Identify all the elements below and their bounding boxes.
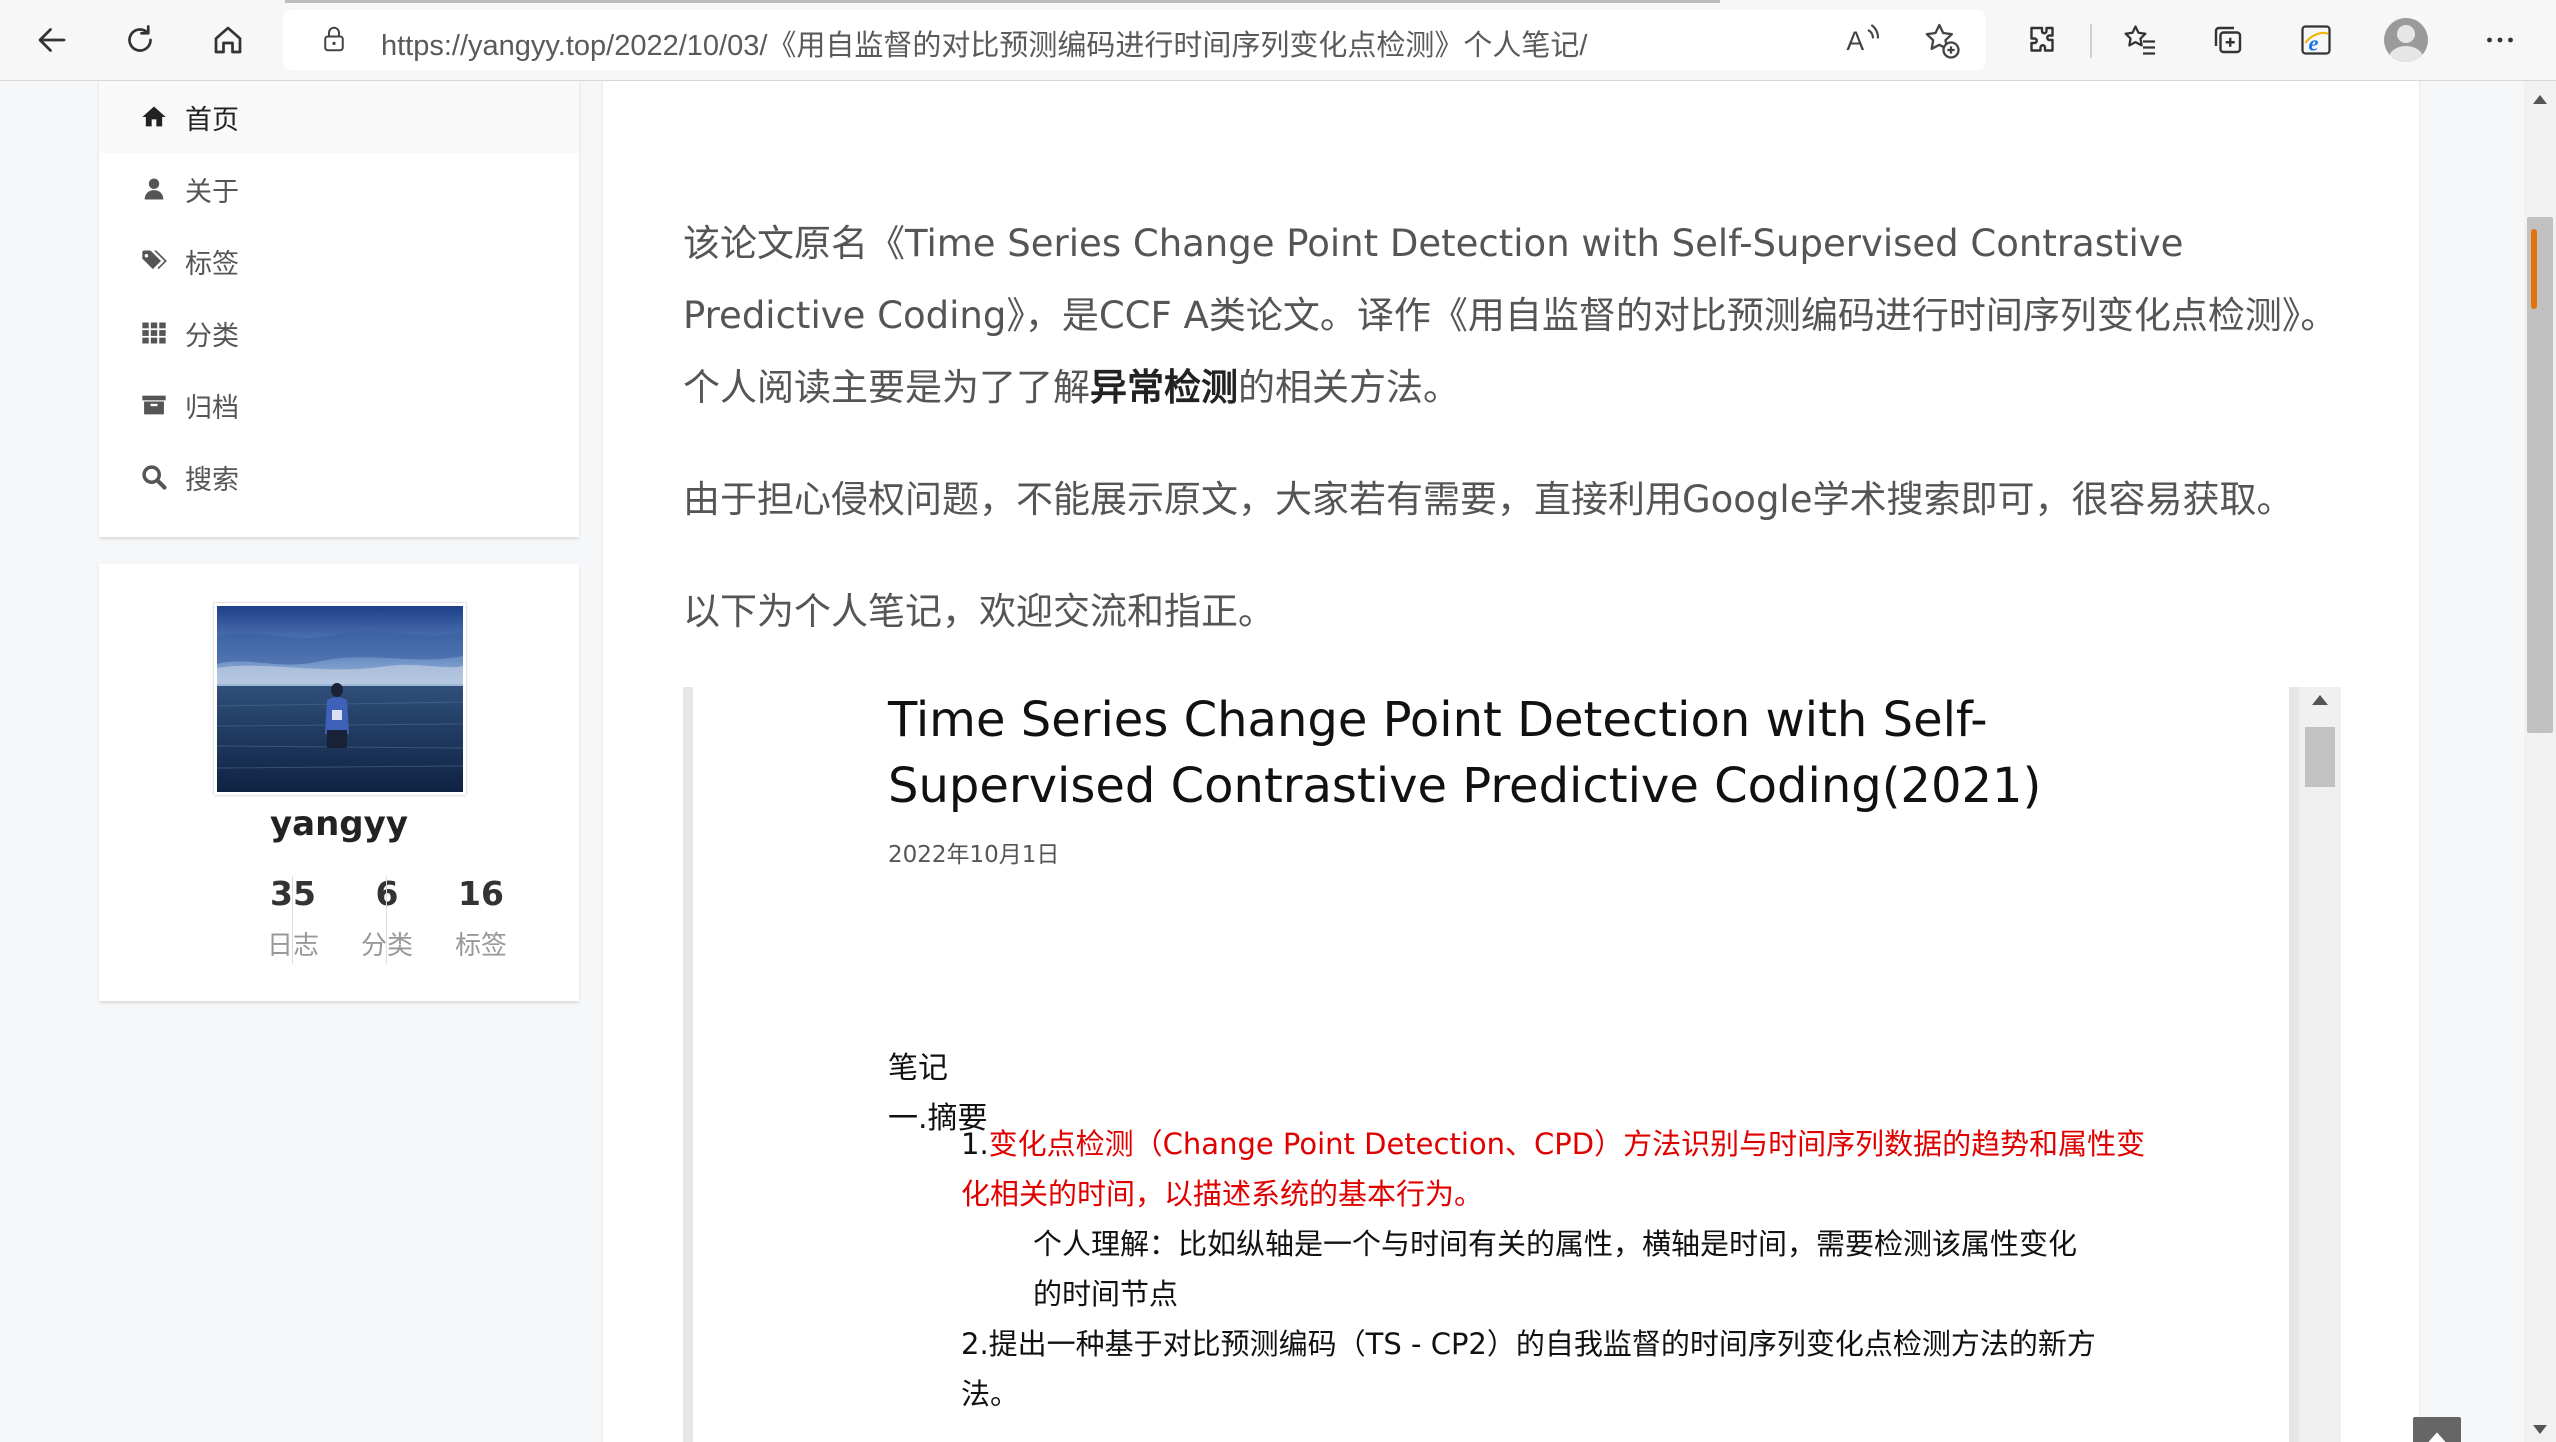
back-button[interactable]: [26, 14, 78, 66]
browser-toolbar: https://yangyy.top/2022/10/03/《用自监督的对比预测…: [0, 0, 2556, 81]
menu-label: 归档: [185, 392, 239, 424]
more-icon: [2487, 37, 2513, 43]
pdf-understanding: 个人理解：比如纵轴是一个与时间有关的属性，横轴是时间，需要检测该属性变化: [1033, 1227, 2078, 1261]
window-scrollbar[interactable]: [2524, 81, 2556, 1442]
collections-icon: [2214, 26, 2242, 54]
stat-divider: [292, 876, 293, 964]
grid-icon: [139, 318, 169, 348]
collections-button[interactable]: [2202, 14, 2254, 66]
intro-paragraph: 该论文原名《Time Series Change Point Detection…: [683, 208, 2341, 424]
menu-label: 搜索: [185, 464, 239, 496]
arrow-up-icon: [2428, 1432, 2446, 1442]
pdf-date: 2022年10月1日: [888, 842, 1060, 868]
scroll-up-arrow-icon[interactable]: [2312, 695, 2328, 705]
tags-icon: [139, 246, 169, 276]
pdf-understanding-cont: 的时间节点: [1033, 1277, 1179, 1311]
stat-categories[interactable]: 6 分类: [339, 874, 435, 962]
post-content: 该论文原名《Time Series Change Point Detection…: [603, 81, 2419, 1442]
sidebar-menu: 首页 关于 标签 分类 归档 搜索: [99, 81, 579, 537]
favorites-button[interactable]: [2114, 14, 2166, 66]
favorites-icon: [2124, 25, 2155, 55]
stat-posts[interactable]: 35 日志: [245, 874, 341, 962]
stat-label: 标签: [454, 931, 507, 961]
intro-bold: 异常检测: [1090, 366, 1238, 409]
scroll-down-arrow-icon[interactable]: [2533, 1425, 2547, 1434]
pdf-item-2-cont: 法。: [961, 1377, 1020, 1411]
stat-tags[interactable]: 16 标签: [433, 874, 529, 962]
pdf-title: Time Series Change Point Detection with …: [888, 692, 2042, 814]
intro-text-end: 的相关方法。: [1238, 366, 1460, 409]
svg-text:A: A: [1846, 26, 1864, 56]
read-aloud-icon[interactable]: A: [1843, 20, 1883, 64]
menu-item-search[interactable]: 搜索: [99, 441, 579, 513]
menu-item-home[interactable]: 首页: [99, 81, 579, 153]
item-text-red: 变化点检测（Change Point Detection、CPD）方法识别与时间…: [988, 1127, 2146, 1161]
user-icon: [139, 174, 169, 204]
back-to-top-button[interactable]: [2413, 1417, 2461, 1442]
menu-item-tags[interactable]: 标签: [99, 225, 579, 297]
intro-text: 该论文原名《Time Series Change Point Detection…: [683, 222, 2338, 409]
menu-label: 首页: [185, 104, 239, 136]
address-bar[interactable]: https://yangyy.top/2022/10/03/《用自监督的对比预测…: [283, 10, 1986, 70]
author-name: yangyy: [270, 804, 408, 844]
back-arrow-icon: [38, 28, 66, 52]
pdf-notes-heading: 笔记: [888, 1051, 948, 1086]
more-button[interactable]: [2474, 14, 2526, 66]
archive-icon: [139, 390, 169, 420]
author-avatar: [214, 603, 466, 795]
copyright-paragraph: 由于担心侵权问题，不能展示原文，大家若有需要，直接利用Google学术搜索即可，…: [683, 478, 2294, 521]
menu-label: 标签: [185, 248, 239, 280]
stat-label: 分类: [339, 925, 435, 962]
refresh-icon: [128, 25, 152, 52]
pdf-scrollbar[interactable]: [2299, 687, 2341, 1442]
page-viewport: 首页 关于 标签 分类 归档 搜索 yangyy 35 6 16 标签 该论文原…: [0, 81, 2524, 1442]
url-text[interactable]: https://yangyy.top/2022/10/03/《用自监督的对比预测…: [381, 22, 1587, 64]
search-icon: [139, 462, 169, 492]
menu-label: 分类: [185, 320, 239, 352]
ie-mode-button[interactable]: e: [2290, 14, 2342, 66]
pdf-item-1: 1.变化点检测（Change Point Detection、CPD）方法识别与…: [961, 1119, 2145, 1169]
scroll-position-marker: [2531, 229, 2537, 309]
stat-count: 6: [375, 874, 399, 913]
add-favorite-icon[interactable]: [1921, 20, 1961, 64]
menu-item-about[interactable]: 关于: [99, 153, 579, 225]
home-icon: [214, 26, 242, 54]
extensions-button[interactable]: [2016, 14, 2068, 66]
stat-count: 35: [270, 874, 316, 913]
menu-item-archives[interactable]: 归档: [99, 369, 579, 441]
menu-item-categories[interactable]: 分类: [99, 297, 579, 369]
pdf-viewer[interactable]: Time Series Change Point Detection with …: [683, 687, 2341, 1442]
menu-label: 关于: [185, 176, 239, 208]
toolbar-separator: [2090, 24, 2092, 58]
stat-divider: [386, 876, 387, 964]
scroll-up-arrow-icon[interactable]: [2533, 95, 2547, 104]
stat-count: 16: [458, 874, 504, 913]
extensions-icon: [2030, 26, 2054, 52]
pdf-item-1-cont: 化相关的时间，以描述系统的基本行为。: [961, 1177, 1484, 1211]
home-icon: [139, 102, 169, 132]
profile-icon[interactable]: [2384, 18, 2428, 62]
ie-mode-icon: e: [2301, 25, 2331, 56]
pdf-page-edge: [2289, 687, 2299, 1442]
home-button[interactable]: [202, 14, 254, 66]
pdf-scroll-thumb[interactable]: [2305, 727, 2335, 787]
active-tab-indicator: [285, 0, 1720, 3]
item-number: 1.: [961, 1127, 989, 1161]
stat-label: 日志: [245, 925, 341, 962]
pdf-item-2: 2.提出一种基于对比预测编码（TS - CP2）的自我监督的时间序列变化点检测方…: [961, 1327, 2096, 1361]
author-card: yangyy 35 日志 6 分类 16 标签: [99, 564, 579, 1001]
refresh-button[interactable]: [114, 14, 166, 66]
notes-intro-paragraph: 以下为个人笔记，欢迎交流和指正。: [683, 590, 1275, 633]
lock-icon[interactable]: [319, 24, 349, 58]
